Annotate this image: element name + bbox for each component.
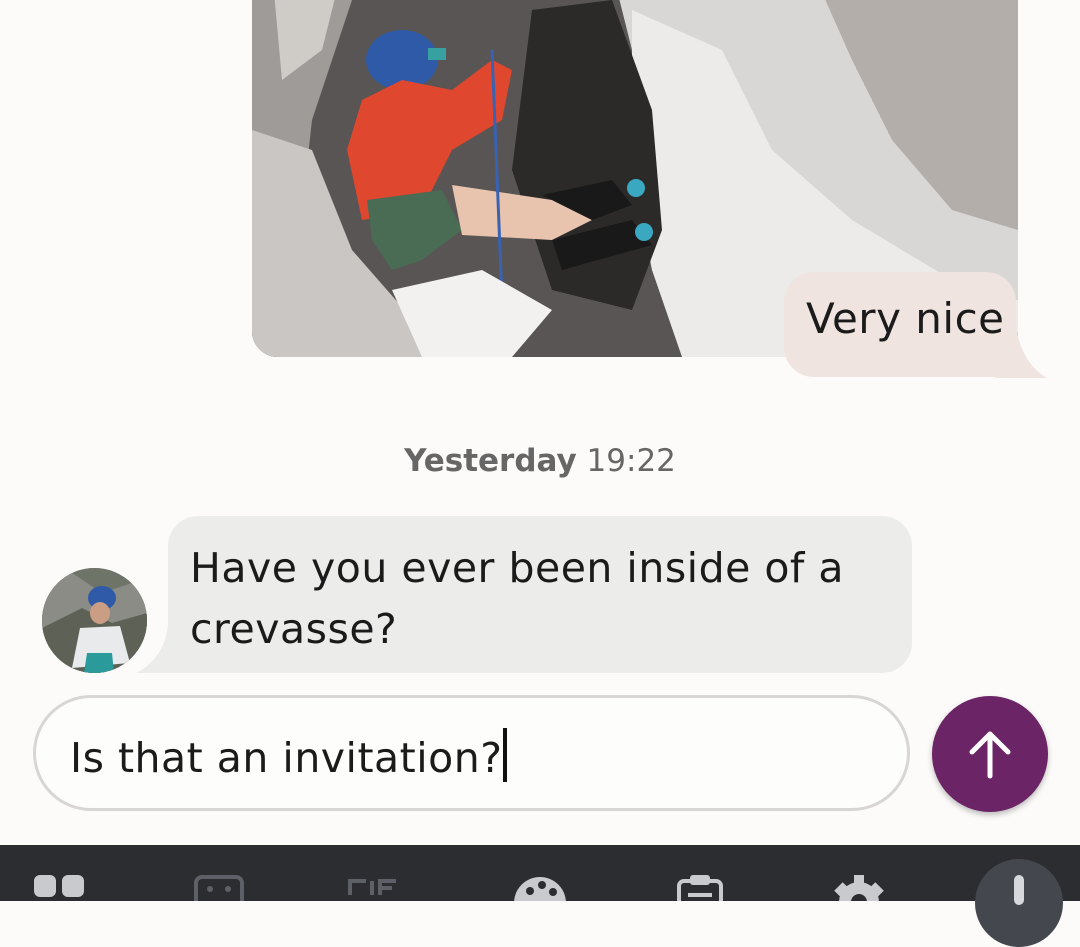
settings-icon[interactable] [832, 875, 886, 901]
message-input[interactable]: Is that an invitation? [33, 695, 910, 811]
avatar[interactable] [42, 568, 147, 673]
keyboard-toolbar [0, 845, 1080, 947]
voice-input-button[interactable] [975, 859, 1063, 947]
received-message-line-2: crevasse? [190, 605, 398, 653]
received-message-line-1: Have you ever been inside of a [190, 544, 845, 592]
sticker-icon[interactable] [194, 875, 244, 901]
received-message-bubble[interactable]: Have you ever been inside of a crevasse? [168, 516, 912, 673]
timestamp-time: 19:22 [586, 443, 676, 479]
sent-message-text: Very nice [806, 294, 1005, 343]
send-button[interactable] [932, 696, 1048, 812]
gif-icon[interactable] [346, 875, 412, 901]
clipboard-icon[interactable] [676, 875, 724, 901]
text-caret [503, 728, 508, 782]
apps-icon[interactable] [34, 875, 86, 901]
timestamp-day: Yesterday [404, 443, 577, 479]
arrow-up-icon [969, 731, 1011, 779]
timestamp-divider: Yesterday 19:22 [0, 443, 1080, 479]
message-input-value: Is that an invitation? [70, 734, 503, 782]
sent-message-bubble[interactable]: Very nice [784, 272, 1016, 377]
palette-icon[interactable] [512, 875, 568, 901]
